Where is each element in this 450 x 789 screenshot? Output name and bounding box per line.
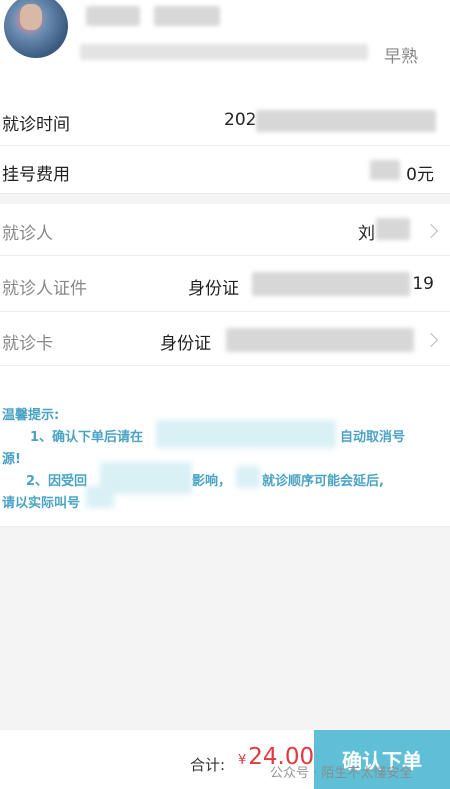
- patient-value: 刘: [358, 224, 375, 244]
- redacted-id-number: [252, 272, 410, 296]
- tips-line1-end: 自动取消号: [340, 430, 406, 445]
- visit-time-label: 就诊时间: [2, 115, 70, 135]
- card-row[interactable]: 就诊卡 身份证: [0, 312, 450, 366]
- patient-label: 就诊人: [2, 224, 53, 244]
- currency-symbol: ¥: [238, 753, 247, 768]
- patient-row[interactable]: 就诊人 刘: [0, 204, 450, 256]
- warm-tips: 温馨提示: 1、确认下单后请在 自动取消号 源! 2、因受回 影响， 就诊顺序可…: [0, 366, 450, 527]
- chevron-right-icon: [423, 223, 439, 239]
- redacted-department: [80, 44, 368, 60]
- tips-line3-mid: 影响，: [192, 474, 232, 489]
- doctor-avatar: [4, 0, 68, 58]
- fee-row: 挂号费用 0元: [0, 146, 450, 194]
- chevron-right-icon: [423, 332, 439, 348]
- visit-time-value: 202: [224, 110, 257, 130]
- visit-time-row: 就诊时间 202: [0, 96, 450, 146]
- redacted-title: [154, 6, 220, 26]
- watermark: 公众号 · 陌生不太懂安全: [270, 766, 413, 781]
- redacted-tip-text: [156, 420, 336, 448]
- doctor-specialty: 早熟: [384, 47, 418, 67]
- fee-label: 挂号费用: [2, 165, 70, 185]
- tips-line3-end: 就诊顺序可能会延后,: [262, 474, 384, 489]
- tips-title: 温馨提示:: [2, 408, 60, 423]
- patient-id-type: 身份证: [188, 279, 239, 299]
- redacted-tip-text: [236, 466, 260, 488]
- fee-value: 0元: [406, 165, 434, 185]
- card-type: 身份证: [160, 334, 211, 354]
- redacted-visit-time: [256, 110, 436, 132]
- tips-line2: 源!: [2, 452, 21, 467]
- redacted-card-number: [226, 328, 414, 352]
- patient-id-tail: 19: [412, 274, 434, 294]
- tips-line1-start: 1、确认下单后请在: [30, 430, 144, 445]
- card-label: 就诊卡: [2, 334, 53, 354]
- doctor-header: 早熟: [0, 0, 450, 96]
- patient-id-label: 就诊人证件: [2, 279, 87, 299]
- patient-id-row: 就诊人证件 身份证 19: [0, 256, 450, 312]
- redacted-patient: [376, 218, 410, 240]
- redacted-name: [86, 6, 140, 26]
- tips-line3-start: 2、因受回: [26, 474, 88, 489]
- tips-line4: 请以实际叫号: [2, 496, 81, 511]
- total-label: 合计:: [190, 756, 226, 774]
- redacted-tip-text: [86, 486, 114, 508]
- redacted-fee: [370, 160, 400, 180]
